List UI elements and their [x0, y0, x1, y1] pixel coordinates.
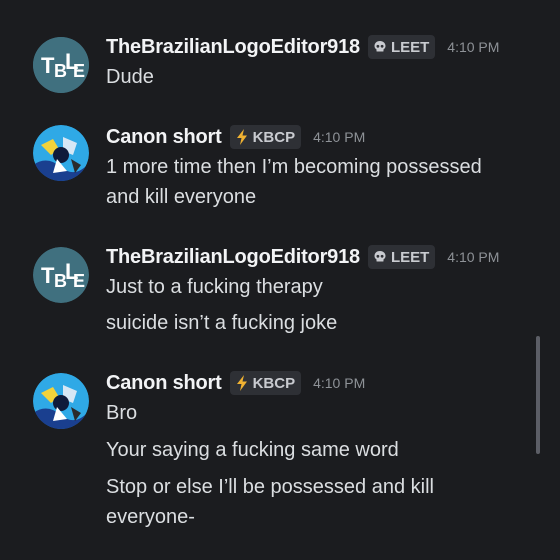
server-tag-label: LEET [390, 38, 430, 56]
svg-text:E: E [73, 271, 85, 291]
avatar[interactable] [33, 125, 89, 181]
message-header: TheBrazilianLogoEditor918 LEET 4:10 PM [106, 32, 499, 62]
message-header: Canon short KBCP 4:10 PM [106, 122, 365, 152]
username[interactable]: Canon short [106, 372, 222, 395]
chat-message-list: T B L E TheBrazilianLogoEditor918 LEET 4… [0, 0, 560, 560]
lightning-icon [235, 375, 249, 391]
message-text: Bro [106, 402, 138, 424]
message-text: 1 more time then I’m becoming possessed [106, 156, 482, 178]
message-header: Canon short KBCP 4:10 PM [106, 368, 365, 398]
username[interactable]: TheBrazilianLogoEditor918 [106, 246, 360, 269]
username[interactable]: Canon short [106, 126, 222, 149]
timestamp: 4:10 PM [313, 129, 366, 145]
message-text: Just to a fucking therapy [106, 276, 323, 298]
message-text: Dude [106, 66, 154, 88]
server-tag[interactable]: LEET [367, 245, 436, 269]
message-text: Stop or else I’ll be possessed and kill [106, 476, 434, 498]
server-tag[interactable]: KBCP [229, 125, 302, 149]
avatar[interactable]: T B L E [33, 37, 89, 93]
server-tag-label: KBCP [252, 128, 296, 146]
svg-text:T: T [41, 53, 55, 78]
server-tag-label: LEET [390, 248, 430, 266]
server-tag[interactable]: LEET [367, 35, 436, 59]
message-text: Your saying a fucking same word [106, 439, 399, 461]
avatar[interactable] [33, 373, 89, 429]
username[interactable]: TheBrazilianLogoEditor918 [106, 36, 360, 59]
server-tag-label: KBCP [252, 374, 296, 392]
avatar[interactable]: T B L E [33, 247, 89, 303]
timestamp: 4:10 PM [447, 39, 500, 55]
lightning-icon [235, 129, 249, 145]
skull-icon [373, 40, 387, 54]
svg-text:T: T [41, 263, 55, 288]
blue-character-avatar-icon [33, 373, 89, 429]
server-tag[interactable]: KBCP [229, 371, 302, 395]
table-logo-avatar-icon: T B L E [33, 247, 89, 303]
message-text: and kill everyone [106, 186, 257, 208]
timestamp: 4:10 PM [313, 375, 366, 391]
timestamp: 4:10 PM [447, 249, 500, 265]
message-header: TheBrazilianLogoEditor918 LEET 4:10 PM [106, 242, 499, 272]
scrollbar[interactable] [536, 336, 540, 454]
message-text: everyone- [106, 506, 195, 528]
svg-text:E: E [73, 61, 85, 81]
skull-icon [373, 250, 387, 264]
blue-character-avatar-icon [33, 125, 89, 181]
table-logo-avatar-icon: T B L E [33, 37, 89, 93]
message-text: suicide isn’t a fucking joke [106, 312, 338, 334]
